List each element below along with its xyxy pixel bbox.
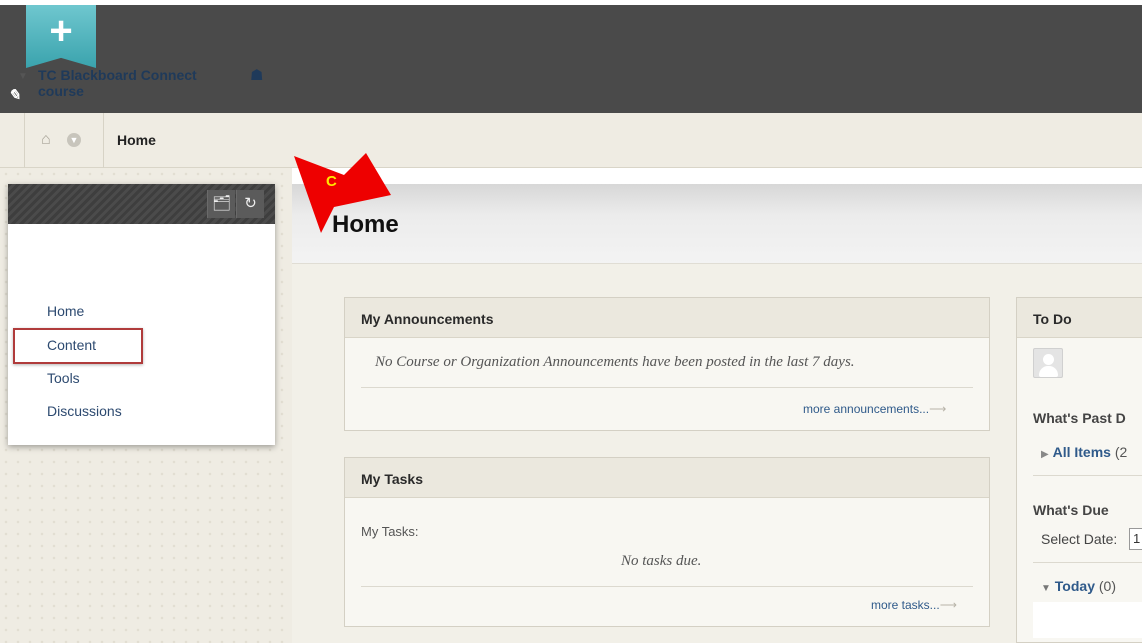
- announcements-module: My Announcements No Course or Organizati…: [344, 297, 990, 431]
- plus-icon: +: [49, 9, 73, 53]
- add-menu-ribbon[interactable]: +: [26, 5, 96, 68]
- select-date-label: Select Date:: [1041, 531, 1118, 547]
- tasks-header[interactable]: My Tasks: [345, 458, 989, 498]
- main-content: Home My Announcements No Course or Organ…: [292, 184, 1142, 643]
- whats-due-heading: What's Due: [1033, 502, 1109, 518]
- todo-header[interactable]: To Do: [1017, 298, 1142, 338]
- date-select[interactable]: 1: [1129, 528, 1142, 550]
- divider: [1033, 475, 1142, 476]
- collapse-triangle-icon: ▼: [1041, 583, 1051, 594]
- breadcrumb-label: Home: [117, 132, 156, 148]
- avatar-body: [1039, 366, 1058, 377]
- refresh-icon: ↻: [244, 195, 257, 212]
- menu-item-discussions[interactable]: Discussions: [47, 403, 122, 419]
- tasks-message: No tasks due.: [621, 553, 702, 569]
- house-icon: ⌂: [41, 131, 51, 148]
- tasks-label: My Tasks:: [361, 524, 419, 539]
- todo-title: To Do: [1033, 311, 1072, 327]
- folder-icon: 🗂: [211, 195, 232, 212]
- breadcrumb-home-button[interactable]: ⌂ ▼: [24, 113, 104, 168]
- arrow-right-icon: ⟶: [939, 598, 957, 612]
- highlight-box: [13, 328, 143, 364]
- all-items-count: (2: [1114, 444, 1128, 460]
- top-strip: [0, 0, 1142, 5]
- pencil-icon[interactable]: ✎: [8, 86, 32, 108]
- refresh-button[interactable]: ↻: [236, 190, 264, 218]
- arrow-right-icon: ⟶: [929, 402, 947, 416]
- course-title[interactable]: TC Blackboard Connect course: [38, 67, 228, 99]
- today-list: [1033, 602, 1142, 638]
- folder-view-button[interactable]: 🗂: [207, 190, 235, 218]
- breadcrumb-bar: ⌂ ▼ Home: [0, 113, 1142, 168]
- today-count: (0): [1098, 578, 1117, 594]
- all-items-label: All Items: [1052, 444, 1111, 460]
- chevron-down-icon[interactable]: ▼: [67, 133, 81, 147]
- announcements-title: My Announcements: [361, 311, 494, 327]
- page-header: Home: [292, 184, 1142, 264]
- avatar: [1033, 348, 1063, 378]
- tasks-module: My Tasks My Tasks: No tasks due. more ta…: [344, 457, 990, 627]
- today-label: Today: [1054, 578, 1095, 594]
- tasks-title: My Tasks: [361, 471, 423, 487]
- more-tasks-link[interactable]: more tasks...⟶: [871, 598, 957, 612]
- annotation-arrow: C: [294, 153, 391, 233]
- announcements-message: No Course or Organization Announcements …: [375, 354, 855, 370]
- divider: [361, 586, 973, 587]
- divider: [361, 387, 973, 388]
- menu-item-home[interactable]: Home: [47, 303, 84, 319]
- collapse-triangle-icon[interactable]: ▼: [18, 71, 28, 82]
- course-menu-header: 🗂 ↻: [8, 184, 275, 224]
- avatar-head: [1043, 354, 1054, 365]
- expand-triangle-icon: ▶: [1041, 449, 1049, 460]
- all-items-link[interactable]: ▶ All Items (2: [1041, 444, 1127, 460]
- todo-module: To Do What's Past D ▶ All Items (2 What'…: [1016, 297, 1142, 643]
- announcements-header[interactable]: My Announcements: [345, 298, 989, 338]
- annotation-letter: C: [326, 173, 337, 190]
- today-link[interactable]: ▼ Today (0): [1041, 578, 1116, 594]
- menu-item-tools[interactable]: Tools: [47, 370, 80, 386]
- more-tasks-label: more tasks...: [871, 598, 940, 612]
- more-announcements-label: more announcements...: [803, 402, 930, 416]
- divider: [1033, 562, 1142, 563]
- more-announcements-link[interactable]: more announcements...⟶: [803, 402, 946, 416]
- past-due-heading: What's Past D: [1033, 410, 1126, 426]
- house-icon[interactable]: ☗: [250, 66, 263, 84]
